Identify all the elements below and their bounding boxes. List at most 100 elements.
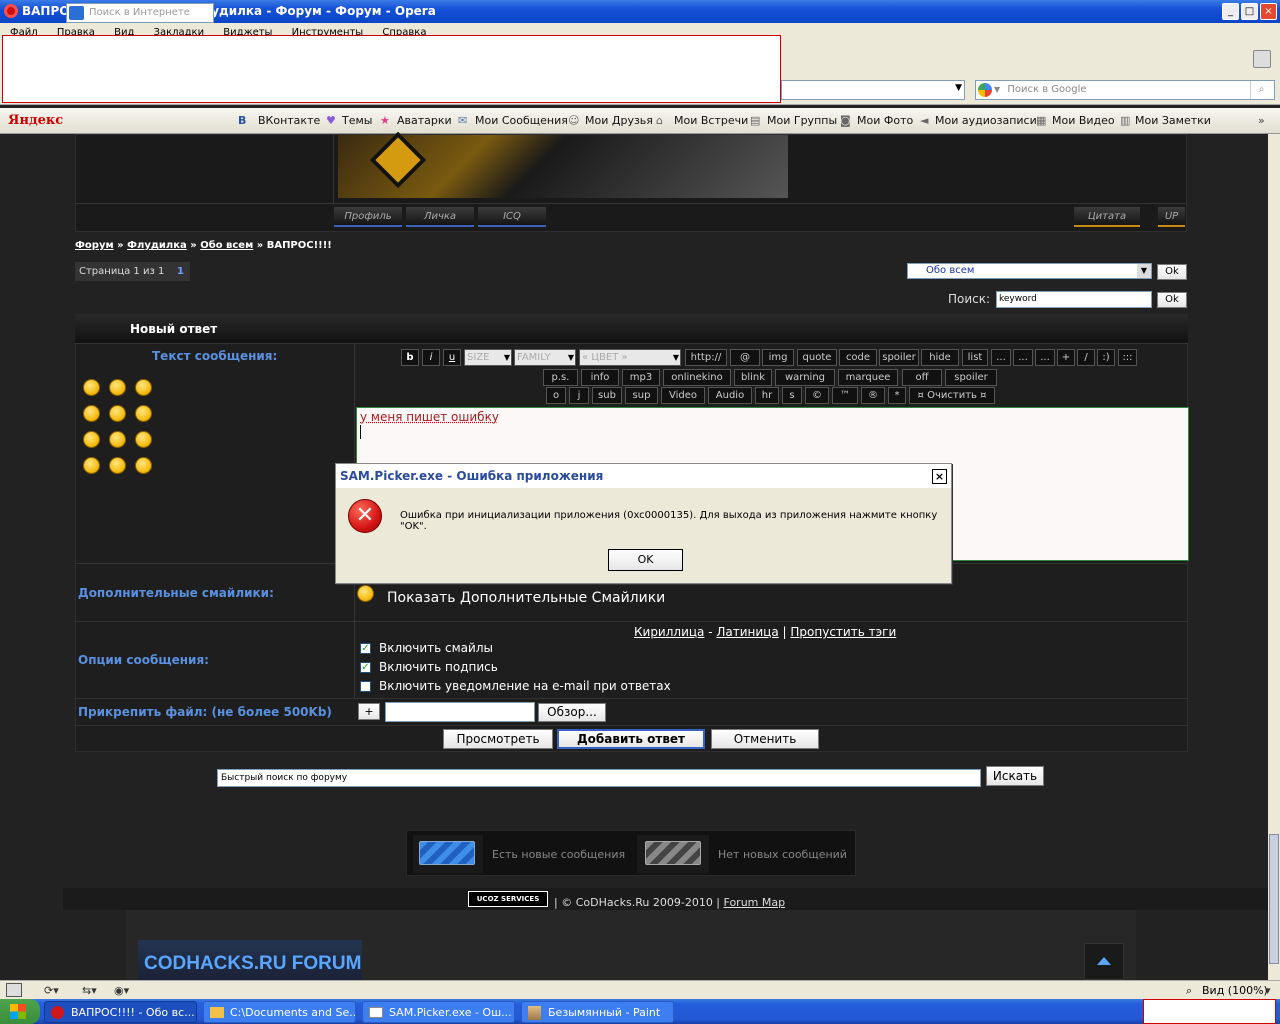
smiley-angry-icon[interactable] — [83, 379, 100, 396]
j-button[interactable]: j — [569, 387, 589, 404]
more-button-2[interactable]: ... — [1013, 349, 1033, 366]
yabar-notes[interactable]: Мои Заметки — [1135, 108, 1211, 134]
file-path-input[interactable] — [385, 702, 535, 722]
smiley-dizzy-icon[interactable] — [83, 405, 100, 422]
onlinekino-button[interactable]: onlinekino — [663, 369, 731, 386]
refresh-icon[interactable]: ⟳▾ — [44, 981, 59, 1000]
asterisk-button[interactable]: * — [888, 387, 906, 404]
chevron-down-icon[interactable]: ▾ — [1265, 981, 1271, 1000]
scroll-top-button[interactable] — [1084, 943, 1124, 980]
forum-select[interactable]: Обо всем ▼ — [907, 263, 1152, 279]
smile-tag-button[interactable]: :) — [1097, 349, 1115, 366]
smiley-confused-icon[interactable] — [109, 457, 126, 474]
list-button[interactable]: list — [962, 349, 988, 366]
chevron-right-icon[interactable]: » — [1258, 108, 1265, 134]
chevron-down-icon[interactable]: ▼ — [955, 83, 962, 93]
yabar-friends[interactable]: Мои Друзья — [585, 108, 653, 134]
smiley-sad-icon[interactable] — [109, 405, 126, 422]
panel-toggle-icon[interactable] — [6, 983, 22, 997]
enable-signature-checkbox[interactable]: ✓ — [360, 662, 371, 673]
breadcrumb-about-all[interactable]: Обо всем — [200, 240, 253, 251]
ucoz-logo[interactable]: UCOZ SERVICES — [468, 891, 548, 907]
code-button[interactable]: code — [839, 349, 877, 366]
sub-button[interactable]: sub — [592, 387, 622, 404]
s-button[interactable]: s — [782, 387, 802, 404]
yabar-avatars[interactable]: Аватарки — [397, 108, 452, 134]
trash-icon[interactable] — [1253, 50, 1271, 68]
dialog-ok-button[interactable]: OK — [608, 549, 683, 571]
search-ok-button[interactable]: Ok — [1157, 292, 1187, 308]
yabar-groups[interactable]: Мои Группы — [767, 108, 837, 134]
copyright-button[interactable]: © — [805, 387, 829, 404]
smiley-cool-icon[interactable] — [135, 379, 152, 396]
more-button-1[interactable]: ... — [991, 349, 1011, 366]
registered-button[interactable]: ® — [861, 387, 885, 404]
plus-button[interactable]: + — [1057, 349, 1075, 366]
taskbar-item-paint[interactable]: Безымянный - Paint — [521, 1001, 674, 1023]
mp3-button[interactable]: mp3 — [622, 369, 660, 386]
warning-button[interactable]: warning — [775, 369, 835, 386]
vertical-scrollbar[interactable] — [1268, 134, 1280, 980]
cancel-button[interactable]: Отменить — [711, 729, 819, 749]
smiley-surprised-icon[interactable] — [135, 431, 152, 448]
speed-dial-icon[interactable]: ◉▾ — [114, 981, 129, 1000]
bold-button[interactable]: b — [401, 349, 419, 366]
info-button[interactable]: info — [581, 369, 619, 386]
quick-search-input[interactable]: Быстрый поиск по форуму — [217, 769, 981, 787]
forum-map-link[interactable]: Forum Map — [724, 896, 786, 909]
video-button[interactable]: Video — [661, 387, 705, 404]
yabar-photos[interactable]: Мои Фото — [857, 108, 913, 134]
minimize-button[interactable]: _ — [1222, 3, 1239, 20]
marquee-button[interactable]: marquee — [838, 369, 898, 386]
img-button[interactable]: img — [762, 349, 794, 366]
hide-button[interactable]: hide — [921, 349, 959, 366]
clear-button[interactable]: ¤ Очистить ¤ — [909, 387, 995, 404]
hr-button[interactable]: hr — [755, 387, 779, 404]
up-button[interactable]: UP — [1158, 207, 1185, 227]
private-message-button[interactable]: Личка — [406, 207, 474, 227]
audio-button[interactable]: Audio — [708, 387, 752, 404]
site-logo[interactable]: CODHACKS.RU FORUM — [138, 940, 362, 980]
yandex-search-input[interactable]: Поиск в Интернете — [66, 3, 214, 23]
email-button[interactable]: @ — [730, 349, 760, 366]
color-select[interactable]: « ЦВЕТ » ▼ — [579, 349, 681, 366]
spoiler2-button[interactable]: spoiler — [945, 369, 997, 386]
url-button[interactable]: http:// — [685, 349, 727, 366]
yabar-audio[interactable]: Мои аудиозаписи — [935, 108, 1037, 134]
smiley-happy-icon[interactable] — [135, 405, 152, 422]
icq-button[interactable]: ICQ — [478, 207, 546, 227]
underline-button[interactable]: u — [443, 349, 461, 366]
yabar-video[interactable]: Мои Видео — [1052, 108, 1115, 134]
cyrillic-link[interactable]: Кириллица — [634, 625, 704, 639]
maximize-button[interactable]: □ — [1241, 3, 1258, 20]
address-field[interactable]: ▼ — [781, 80, 965, 100]
add-reply-button[interactable]: Добавить ответ — [557, 729, 705, 749]
more-button-3[interactable]: ... — [1035, 349, 1055, 366]
preview-button[interactable]: Просмотреть — [443, 729, 553, 749]
family-select[interactable]: FAMILY ▼ — [514, 349, 576, 366]
smiley-grin-icon[interactable] — [109, 379, 126, 396]
latin-link[interactable]: Латиница — [716, 625, 778, 639]
spoiler-button[interactable]: spoiler — [879, 349, 919, 366]
dialog-close-button[interactable]: × — [932, 469, 947, 484]
forum-select-ok-button[interactable]: Ok — [1157, 264, 1187, 280]
ps-button[interactable]: p.s. — [543, 369, 578, 386]
taskbar-item-opera[interactable]: ВАПРОС!!!! - Обо вс... — [44, 1001, 197, 1023]
browse-button[interactable]: Обзор... — [538, 703, 606, 722]
google-search-input[interactable]: ▼ Поиск в Google ⌕ — [975, 80, 1275, 100]
yabar-messages[interactable]: Мои Сообщения — [475, 108, 568, 134]
slash-button[interactable]: / — [1077, 349, 1095, 366]
smiley-worried-icon[interactable] — [83, 431, 100, 448]
italic-button[interactable]: i — [422, 349, 440, 366]
smiley-rolleyes-icon[interactable] — [135, 457, 152, 474]
zoom-level[interactable]: Вид (100%) — [1202, 981, 1268, 1000]
scrollbar-thumb[interactable] — [1269, 834, 1279, 964]
quote-tag-button[interactable]: quote — [797, 349, 837, 366]
blink-button[interactable]: blink — [734, 369, 772, 386]
breadcrumb-flood[interactable]: Флудилка — [127, 240, 187, 251]
trademark-button[interactable]: ™ — [832, 387, 858, 404]
size-select[interactable]: SIZE ▼ — [464, 349, 512, 366]
misc-tag-button[interactable]: ::: — [1118, 349, 1137, 366]
quick-search-button[interactable]: Искать — [986, 766, 1044, 786]
taskbar-item-error[interactable]: SAM.Picker.exe - Ош... — [362, 1001, 515, 1023]
